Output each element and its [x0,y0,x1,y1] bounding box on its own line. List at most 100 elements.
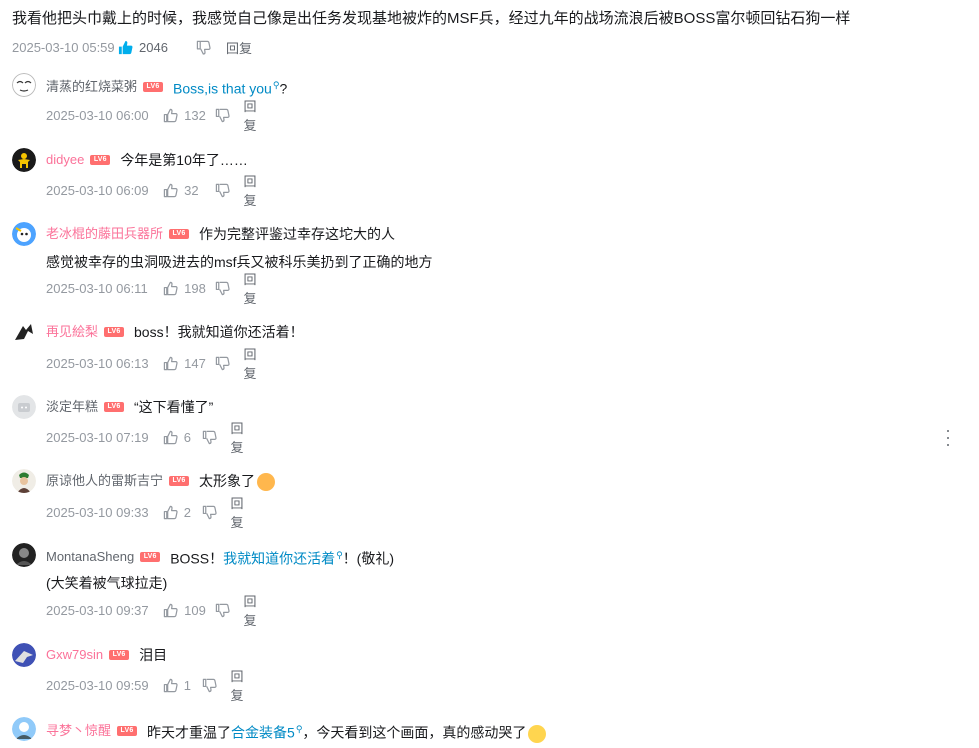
like-button[interactable]: 2 [163,505,203,520]
reply-button[interactable]: 回复 [243,96,268,134]
search-link[interactable]: Boss,is that you [173,81,272,97]
reply-button[interactable]: 回复 [231,418,256,456]
reply-meta: 2025-03-10 09:59 1 回复 [46,669,255,703]
dislike-button[interactable] [215,108,243,123]
level-badge: LV6 [117,725,138,736]
like-count: 109 [184,602,206,618]
thumb-down-icon [203,678,217,692]
thumb-up-icon [118,40,133,54]
dislike-button[interactable] [202,430,230,445]
comment-time: 2025-03-10 06:13 [46,355,149,371]
reply-button[interactable]: 回复 [243,591,268,629]
username[interactable]: Gxw79sin [46,645,103,665]
level-badge: LV6 [90,155,111,165]
thumb-down-icon [215,108,230,122]
avatar[interactable] [12,469,36,493]
avatar[interactable] [12,643,36,667]
thumb-down-icon [215,603,230,617]
comment-time: 2025-03-10 09:33 [46,504,149,520]
level-badge: LV6 [109,650,130,660]
thumb-down-icon [215,281,230,295]
comment-time: 2025-03-10 06:09 [46,182,149,198]
username[interactable]: 老冰棍的藤田兵器所 [46,224,163,244]
root-comment-text: 我看他把头巾戴上的时候，我感觉自己像是出任务发现基地被炸的MSF兵，经过九年的战… [12,10,851,27]
like-button[interactable]: 1 [163,678,203,693]
like-button[interactable]: 2046 [118,40,196,55]
comment-time: 2025-03-10 07:19 [46,429,149,445]
reply-meta: 2025-03-10 06:00 132 回复 [46,99,268,133]
username[interactable]: 清蒸的红烧菜粥 [46,77,137,97]
thumb-down-icon [203,430,217,444]
avatar[interactable] [12,73,36,97]
like-button[interactable]: 132 [163,108,215,123]
username[interactable]: 原谅他人的雷斯吉宁 [46,471,163,491]
avatar[interactable] [12,543,36,567]
like-button[interactable]: 32 [163,183,215,198]
search-link[interactable]: 我就知道你还活着 [223,551,335,567]
like-button[interactable]: 198 [163,281,215,296]
thumb-up-icon [163,281,178,295]
username[interactable]: 淡定年糕 [46,397,98,417]
thumb-up-icon [163,678,178,692]
more-icon[interactable] [944,430,952,446]
avatar[interactable] [12,717,36,741]
level-badge: LV6 [104,327,125,337]
avatar[interactable] [12,222,36,246]
dislike-button[interactable] [215,281,243,296]
reply-meta: 2025-03-10 09:33 2 回复 [46,496,255,530]
reply-content: 今年是第10年了…… [120,152,248,168]
thumb-up-icon [163,108,178,122]
crying-emoji-icon [257,473,276,492]
username[interactable]: 再见絵梨 [46,322,98,342]
dislike-button[interactable] [215,603,243,618]
like-count: 132 [184,107,206,123]
reply-content: 作为完整评鉴过幸存这坨大的人 [199,226,396,242]
level-badge: LV6 [169,229,190,239]
level-badge: LV6 [140,551,161,562]
dislike-button[interactable] [215,183,243,198]
avatar[interactable] [12,395,36,419]
reply-meta: 2025-03-10 06:13 147 回复 [46,347,268,381]
like-count: 6 [183,429,191,445]
search-icon: ⚲ [336,550,343,560]
reply-content-line2: (大笑着被气球拉走) [46,575,168,591]
dislike-button[interactable] [202,678,230,693]
reply-button[interactable]: 回复 [231,493,256,531]
comment-time: 2025-03-10 06:00 [46,107,149,123]
reply-meta: 2025-03-10 07:19 6 回复 [46,421,255,455]
thumb-down-icon [196,40,211,55]
thumb-up-icon [163,183,178,197]
reply-content: 昨天才重温了合金装备5⚲，今天看到这个画面，真的感动哭了 [147,719,547,743]
dislike-button[interactable] [196,40,226,55]
thumb-up-icon [163,430,178,444]
reply-button[interactable]: 回复 [226,38,252,57]
reply-button[interactable]: 回复 [231,666,256,704]
thumb-down-icon [215,183,230,197]
reply-content: 泪目 [139,647,168,663]
username[interactable]: 寻梦丶惊醒 [46,721,111,741]
dislike-button[interactable] [202,505,230,520]
like-button[interactable]: 6 [163,430,203,445]
like-count: 32 [184,182,199,198]
search-link[interactable]: 合金装备5 [231,725,295,741]
username[interactable]: didyee [46,150,84,170]
dislike-button[interactable] [215,356,243,371]
comment-time: 2025-03-10 09:59 [46,677,149,693]
reply-button[interactable]: 回复 [243,344,268,382]
reply-meta: 2025-03-10 06:11 198 回复 [46,272,268,306]
like-button[interactable]: 147 [163,356,215,371]
reply-meta: 2025-03-10 09:37 109 回复 [46,594,268,628]
comment-thread: 我看他把头巾戴上的时候，我感觉自己像是出任务发现基地被炸的MSF兵，经过九年的战… [0,0,979,748]
avatar[interactable] [12,148,36,172]
reply-button[interactable]: 回复 [243,269,268,307]
reply-content: “这下看懂了” [134,399,214,415]
like-button[interactable]: 109 [163,603,215,618]
reply-content: Boss,is that you⚲? [173,80,288,97]
reply-button[interactable]: 回复 [243,171,268,209]
reply-content: boss！我就知道你还活着！ [134,324,304,340]
avatar[interactable] [12,320,36,344]
like-count: 2 [183,504,191,520]
username[interactable]: MontanaSheng [46,547,134,567]
comment-time: 2025-03-10 09:37 [46,602,149,618]
thumb-up-icon [163,356,178,370]
